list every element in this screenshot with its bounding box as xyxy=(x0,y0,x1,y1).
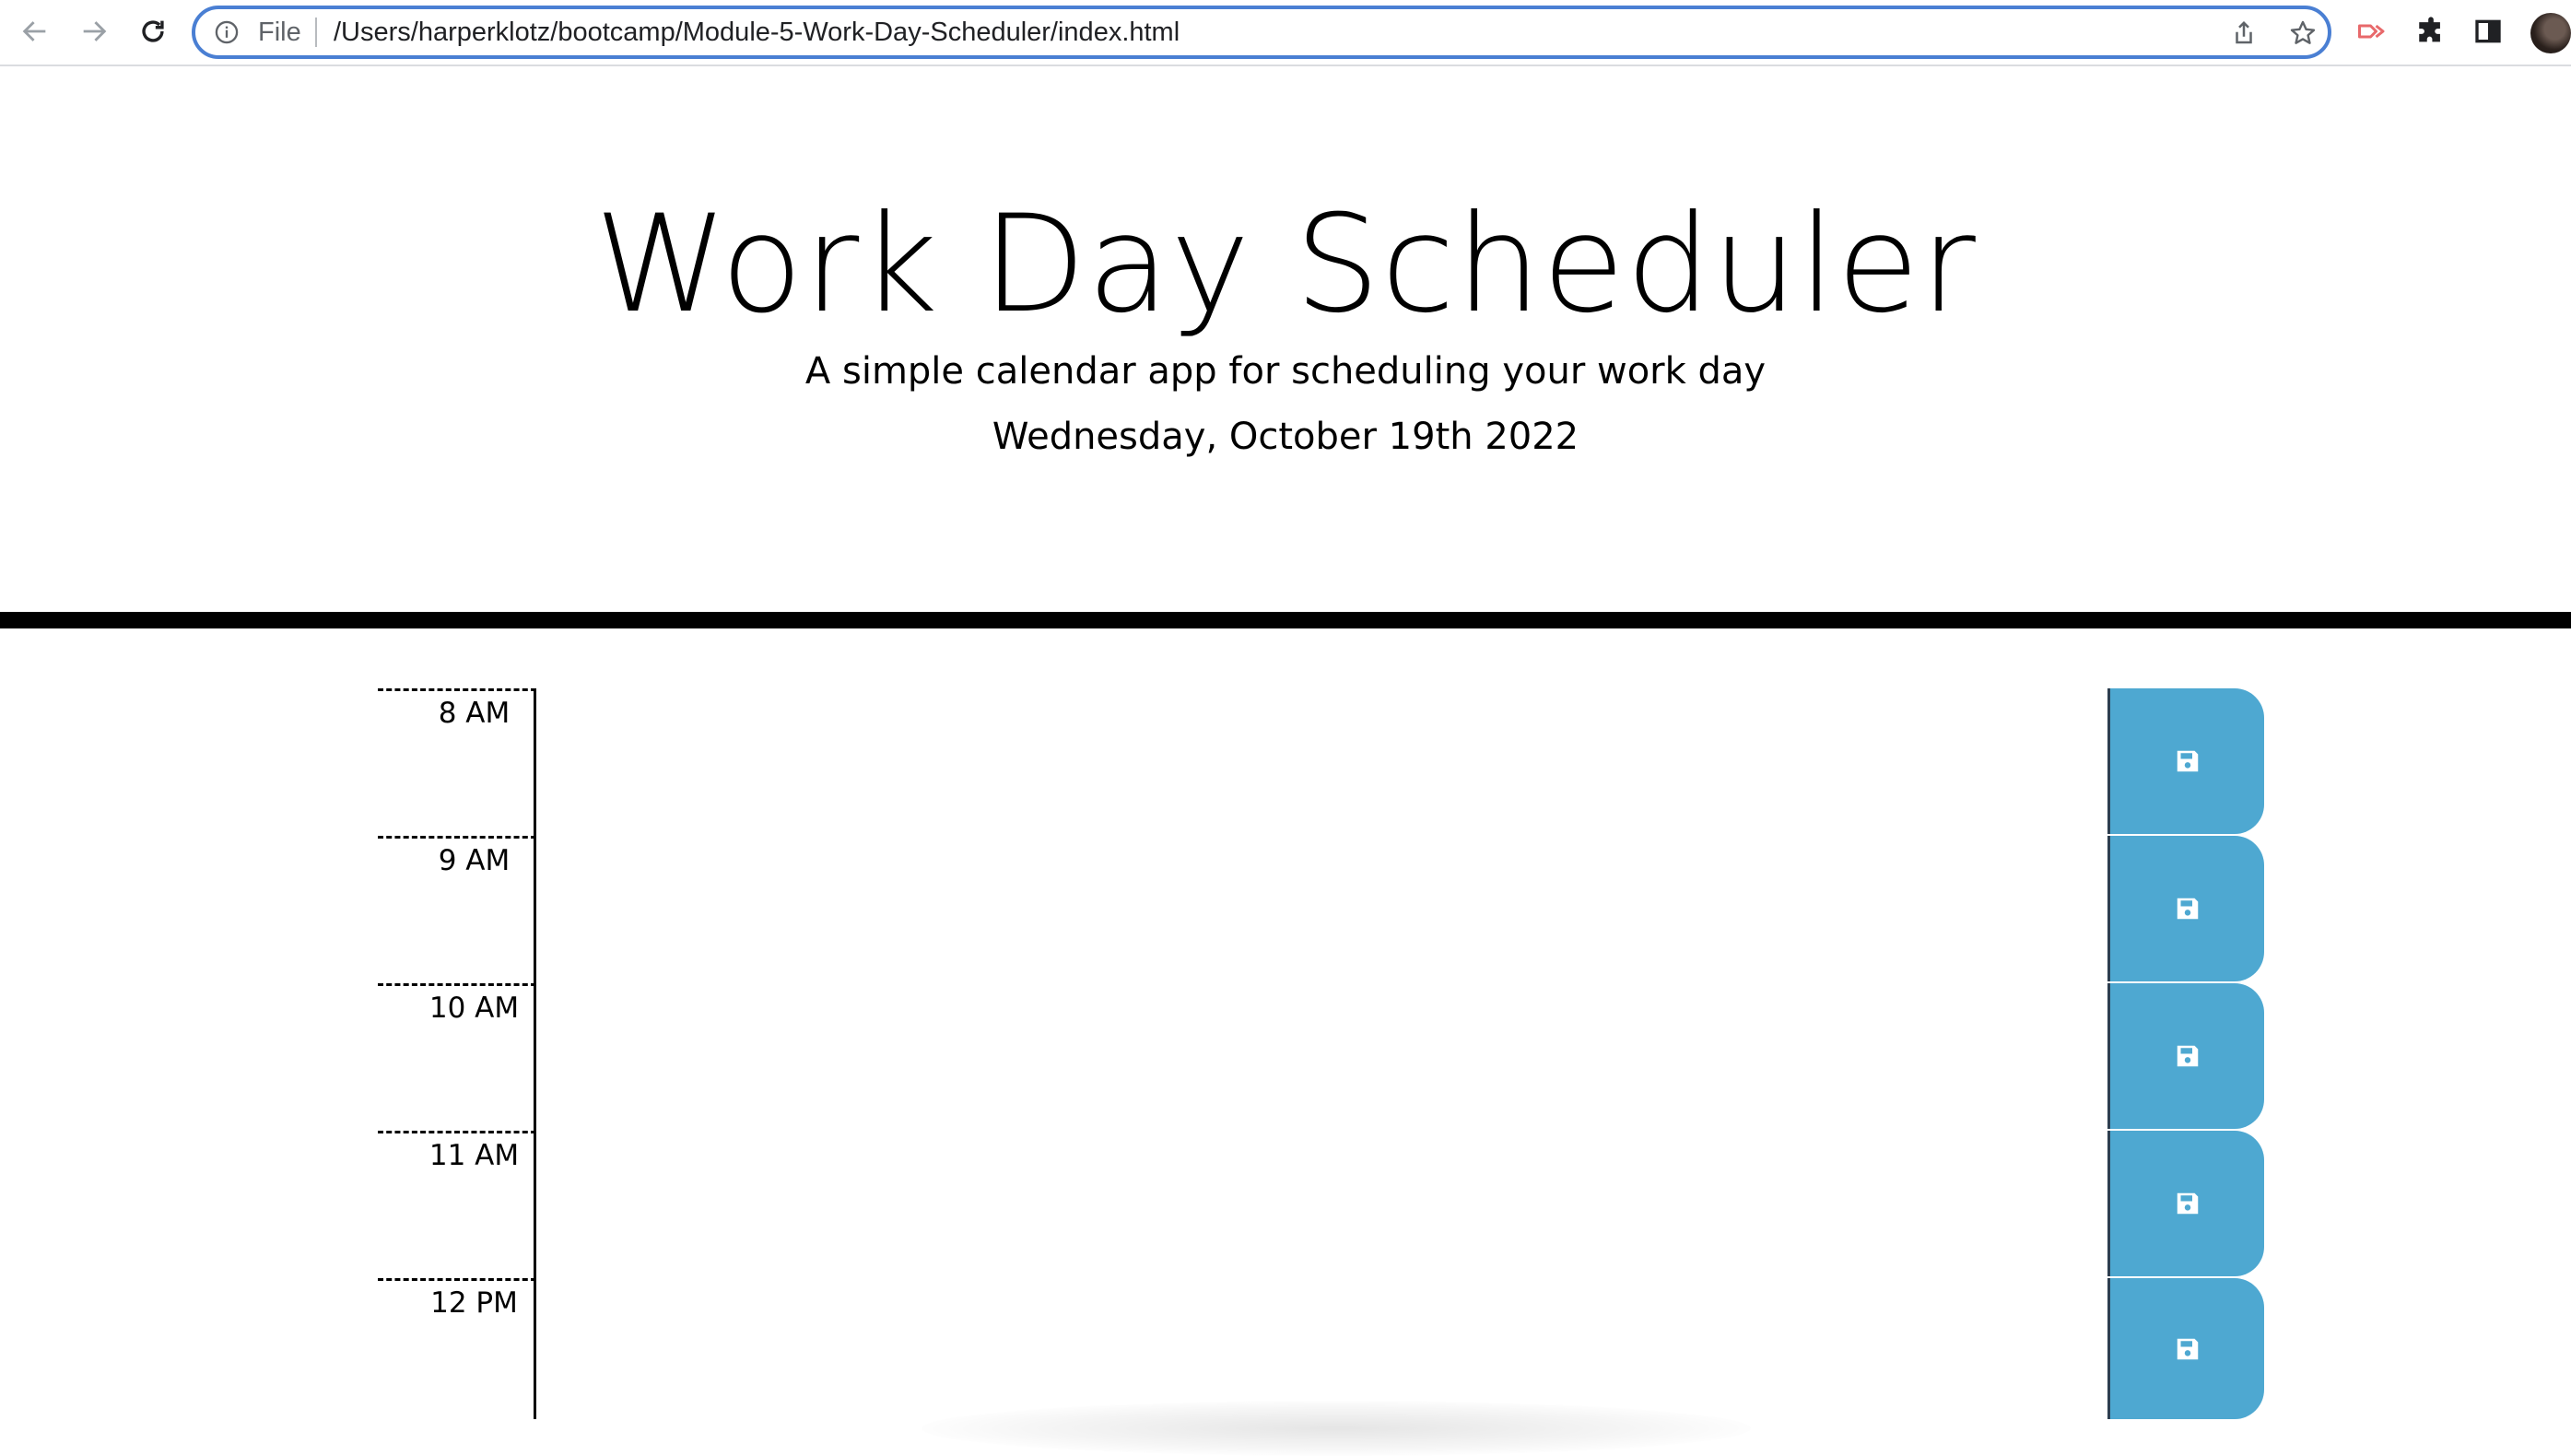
share-icon[interactable] xyxy=(2228,18,2260,49)
current-day: Wednesday, October 19th 2022 xyxy=(992,416,1579,458)
url-text[interactable]: /Users/harperklotz/bootcamp/Module-5-Wor… xyxy=(334,17,1180,48)
forward-button[interactable] xyxy=(74,11,114,52)
save-button[interactable] xyxy=(2107,836,2264,981)
arrow-right-icon xyxy=(83,21,107,41)
floppy-disk-icon xyxy=(2177,1338,2198,1359)
back-button[interactable] xyxy=(15,11,55,52)
avatar[interactable] xyxy=(2530,13,2571,53)
hour-label-cell: 9 AM xyxy=(378,836,536,983)
floppy-disk-icon xyxy=(2177,750,2198,772)
address-bar[interactable]: File /Users/harperklotz/bootcamp/Module-… xyxy=(192,6,2331,59)
save-button[interactable] xyxy=(2107,1131,2264,1276)
scroll-shadow xyxy=(922,1401,1751,1456)
description-textarea[interactable] xyxy=(536,836,2107,983)
description-textarea[interactable] xyxy=(536,1131,2107,1278)
star-icon[interactable] xyxy=(2287,18,2319,49)
hour-label: 8 AM xyxy=(438,697,511,730)
time-block: 9 AM xyxy=(378,836,2267,983)
arrow-left-icon xyxy=(22,21,46,41)
description-textarea[interactable] xyxy=(536,688,2107,836)
save-button[interactable] xyxy=(2107,983,2264,1129)
hour-label-cell: 8 AM xyxy=(378,688,536,836)
hour-label: 10 AM xyxy=(428,992,520,1025)
hour-label: 9 AM xyxy=(438,844,511,877)
save-button[interactable] xyxy=(2107,1278,2264,1419)
puzzle-icon[interactable] xyxy=(2411,11,2451,52)
floppy-disk-icon xyxy=(2177,1192,2198,1215)
hour-label: 12 PM xyxy=(430,1286,518,1320)
hour-label-cell: 12 PM xyxy=(378,1278,536,1419)
lead-text: A simple calendar app for scheduling you… xyxy=(804,350,1767,393)
info-icon[interactable] xyxy=(214,19,240,45)
time-block: 10 AM xyxy=(378,983,2267,1131)
hour-label-cell: 10 AM xyxy=(378,983,536,1131)
time-block: 11 AM xyxy=(378,1131,2267,1278)
description-textarea[interactable] xyxy=(536,1278,2107,1419)
browser-toolbar: File /Users/harperklotz/bootcamp/Module-… xyxy=(0,0,2571,66)
side-panel-icon[interactable] xyxy=(2468,11,2508,52)
hour-label: 11 AM xyxy=(428,1139,520,1172)
scheme-label: File xyxy=(258,18,301,47)
time-block: 8 AM xyxy=(378,688,2267,836)
omnibox-separator xyxy=(315,18,317,47)
save-button[interactable] xyxy=(2107,688,2264,834)
hour-label-cell: 11 AM xyxy=(378,1131,536,1278)
time-block: 12 PM xyxy=(378,1278,2267,1419)
jumbotron: Work Day Scheduler A simple calendar app… xyxy=(0,66,2571,610)
header-divider xyxy=(0,612,2571,628)
extension-arrow-icon[interactable] xyxy=(2352,11,2392,52)
page-title: Work Day Scheduler xyxy=(594,186,1977,343)
reload-button[interactable] xyxy=(133,11,173,52)
description-textarea[interactable] xyxy=(536,983,2107,1131)
floppy-disk-icon xyxy=(2177,898,2198,920)
floppy-disk-icon xyxy=(2177,1045,2198,1067)
reload-icon xyxy=(142,20,164,42)
